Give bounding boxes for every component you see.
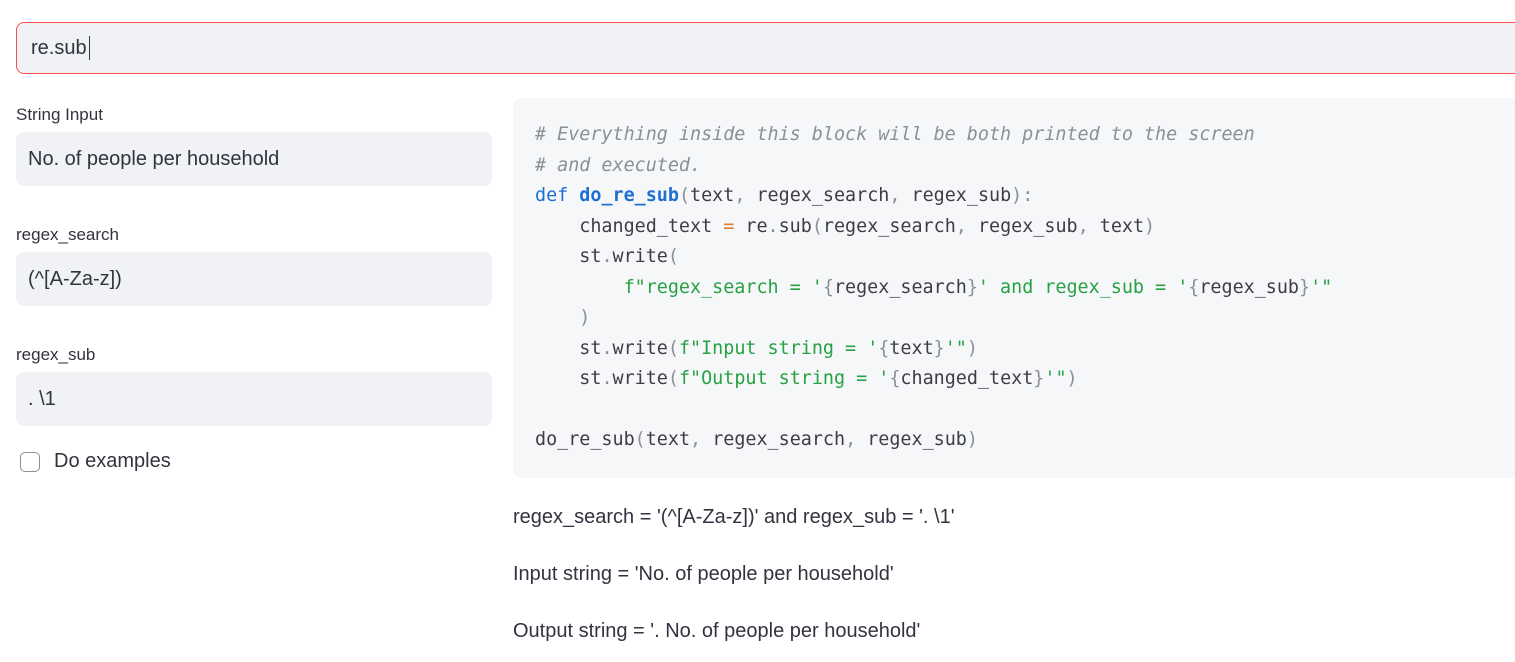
code-block: # Everything inside this block will be b… [513, 98, 1515, 478]
code-token: f"Output string = ' [678, 368, 890, 389]
code-token: ( [667, 368, 679, 389]
code-line: do_re_sub(text, regex_search, regex_sub) [535, 425, 1515, 456]
code-token: write [612, 368, 668, 389]
code-token: ) [966, 429, 978, 450]
code-token: } [1299, 276, 1311, 298]
code-token: regex_search [822, 215, 956, 237]
regex-sub-field[interactable]: . \1 [16, 372, 492, 426]
code-token: , [845, 429, 868, 450]
output-input-string-line: Input string = 'No. of people per househ… [513, 563, 894, 585]
text-caret [88, 36, 90, 60]
do-examples-label[interactable]: Do examples [54, 450, 171, 473]
regex-search-label: regex_search [16, 225, 120, 244]
code-line: st.write(f"Input string = '{text}'") [535, 334, 1515, 365]
code-token: ) [1144, 215, 1156, 237]
code-line: def do_re_sub(text, regex_search, regex_… [535, 181, 1515, 212]
code-token: st [535, 368, 602, 389]
code-token: re [734, 215, 768, 237]
code-token: { [878, 337, 890, 359]
code-token: = [723, 215, 735, 237]
code-token: text [1099, 215, 1145, 237]
code-token: do_re_sub [579, 185, 679, 206]
code-line: changed_text = re.sub(regex_search, rege… [535, 212, 1515, 243]
function-search-value: re.sub [31, 36, 87, 59]
code-token: , [955, 215, 978, 237]
code-token: '" [1044, 368, 1067, 389]
code-line: st.write(f"Output string = '{changed_tex… [535, 364, 1515, 395]
code-token: { [1188, 276, 1200, 298]
output-output-string-line: Output string = '. No. of people per hou… [513, 620, 921, 642]
code-token: } [966, 276, 978, 298]
code-token: ( [634, 429, 646, 450]
code-token: changed_text [535, 215, 724, 237]
code-token: , [889, 185, 912, 206]
code-token: '" [1310, 276, 1333, 298]
regex-sub-label: regex_sub [16, 345, 96, 364]
code-token: st [535, 337, 602, 359]
code-token: } [1033, 368, 1045, 389]
code-token: f"Input string = ' [678, 337, 879, 359]
code-token: regex_search [833, 276, 967, 298]
code-token: ( [811, 215, 823, 237]
code-token: } [933, 337, 945, 359]
regex-search-field[interactable]: (^[A-Za-z]) [16, 252, 492, 306]
code-token: . [767, 215, 779, 237]
code-line: st.write( [535, 242, 1515, 273]
code-token: text [690, 185, 735, 206]
code-token: # and executed. [535, 154, 702, 176]
regex-search-group: regex_search (^[A-Za-z]) [16, 218, 492, 306]
code-token: ( [678, 185, 691, 206]
code-token: . [601, 337, 613, 359]
code-token: f"regex_search = ' [535, 276, 823, 298]
code-line: ) [535, 303, 1515, 334]
code-token: regex_search [712, 429, 846, 450]
string-input-group: String Input No. of people per household [16, 98, 492, 186]
code-token: st [535, 246, 602, 267]
code-token: ) [535, 307, 591, 328]
code-token: regex_search [756, 185, 890, 206]
code-token: sub [778, 215, 812, 237]
code-token: , [1077, 215, 1100, 237]
code-token: ) [1066, 368, 1078, 389]
code-token: , [690, 429, 713, 450]
regex-sub-group: regex_sub . \1 [16, 338, 492, 426]
code-token: regex_sub [911, 185, 1012, 206]
input-panel: String Input No. of people per household… [16, 98, 492, 473]
code-line: # and executed. [535, 151, 1515, 182]
code-token: ( [667, 337, 679, 359]
code-token: ): [1011, 185, 1034, 206]
code-token: . [601, 246, 613, 267]
code-token: '" [944, 337, 967, 359]
code-token: # Everything inside this block will be b… [535, 124, 1255, 145]
app-page: re.sub String Input No. of people per ho… [0, 0, 1515, 662]
code-line: # Everything inside this block will be b… [535, 120, 1515, 151]
code-token: do_re_sub [535, 429, 635, 450]
do-examples-checkbox[interactable] [20, 451, 40, 472]
code-line: f"regex_search = '{regex_search}' and re… [535, 273, 1515, 304]
code-token: regex_sub [1199, 276, 1300, 298]
code-token: def [535, 185, 580, 206]
code-token: text [889, 337, 934, 359]
code-token: regex_sub [867, 429, 967, 450]
code-token: ) [966, 337, 978, 359]
code-token: , [734, 185, 757, 206]
code-token: { [889, 368, 901, 389]
code-token: . [601, 368, 613, 389]
output-regex-line: regex_search = '(^[A-Za-z])' and regex_s… [513, 506, 955, 528]
code-token: write [612, 337, 668, 359]
string-input-label: String Input [16, 105, 103, 124]
string-input-field[interactable]: No. of people per household [16, 132, 492, 186]
code-token: changed_text [900, 368, 1034, 389]
do-examples-checkbox-row[interactable]: Do examples [16, 450, 492, 473]
code-token: { [822, 276, 834, 298]
code-token: ( [667, 246, 679, 267]
code-token: regex_sub [977, 215, 1078, 237]
code-token: text [645, 429, 691, 450]
code-token: ' and regex_sub = ' [977, 276, 1189, 298]
code-token: write [612, 246, 668, 267]
function-search-input[interactable]: re.sub [16, 22, 1515, 74]
output-area: regex_search = '(^[A-Za-z])' and regex_s… [513, 500, 1513, 662]
